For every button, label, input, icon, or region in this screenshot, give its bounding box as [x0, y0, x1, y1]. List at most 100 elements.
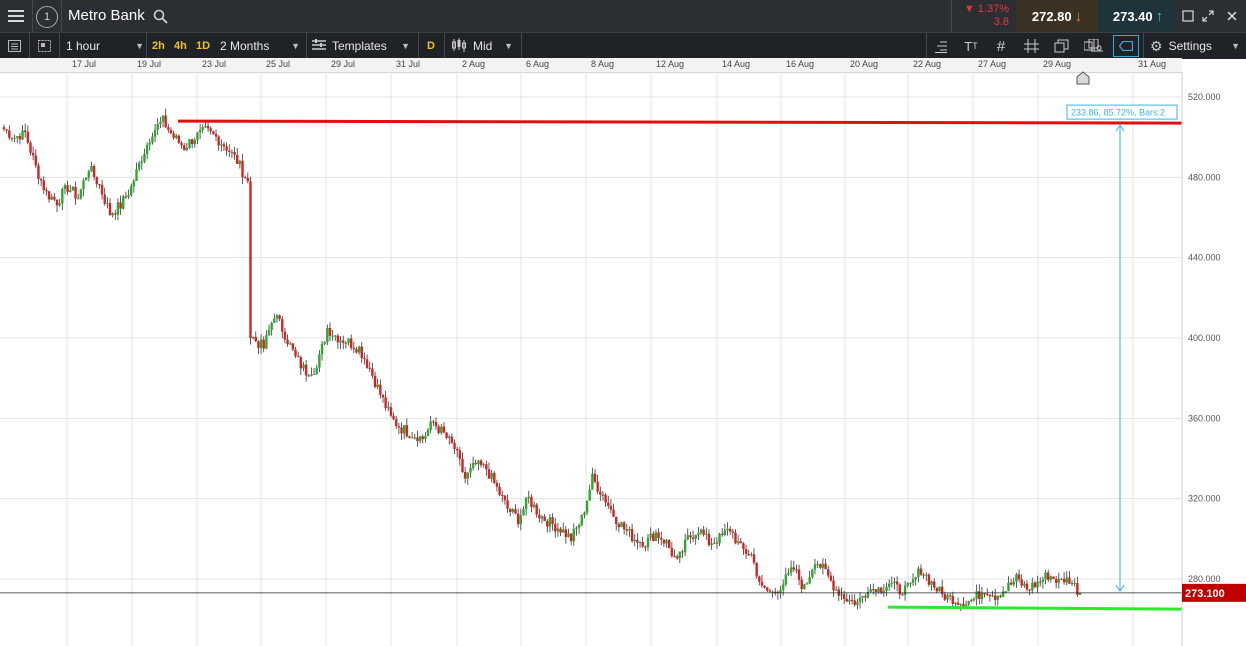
candle-body	[986, 594, 989, 596]
candle-body	[183, 145, 186, 151]
candle-body	[1062, 578, 1066, 583]
sell-price-box[interactable]: 272.80 ↓	[1016, 0, 1098, 32]
candle-body	[649, 533, 652, 538]
window-restore-icon[interactable]	[1178, 6, 1198, 26]
candle-body	[381, 394, 385, 398]
candle-body	[760, 581, 764, 586]
candle-body	[34, 155, 38, 166]
templates-label: Templates	[332, 39, 387, 53]
candle-body	[490, 472, 493, 479]
range-label: 2 Months	[220, 39, 270, 53]
candle-body	[376, 384, 379, 388]
price-tool-icon[interactable]	[1086, 36, 1108, 56]
candle-body	[418, 436, 422, 442]
candle-body	[925, 574, 928, 576]
candle-body	[66, 185, 69, 192]
candle-body	[225, 146, 228, 151]
close-icon[interactable]	[1222, 6, 1242, 26]
candle-body	[111, 213, 114, 216]
candle-body	[906, 583, 909, 586]
sell-price: 272.80	[1031, 8, 1072, 24]
text-tool-icon[interactable]: TT	[960, 36, 982, 56]
tag-tool-icon[interactable]	[1113, 35, 1139, 57]
candle-body	[935, 587, 939, 592]
candle-body	[458, 450, 462, 459]
candle-body	[291, 343, 295, 350]
expand-icon[interactable]	[1198, 6, 1218, 26]
grid-icon[interactable]: #	[990, 36, 1012, 56]
candle-body	[416, 437, 419, 442]
candle-body	[8, 130, 11, 138]
candle-body	[50, 196, 53, 200]
candle-body	[787, 572, 790, 575]
candle-body	[951, 595, 954, 604]
templates-icon	[312, 38, 326, 54]
candle-body	[220, 144, 223, 146]
candle-body	[978, 591, 981, 600]
candle-body	[371, 368, 374, 376]
change-absolute: 3.8	[993, 16, 1009, 28]
candle-body	[641, 541, 644, 547]
interval-2h-button[interactable]: 2h	[152, 36, 165, 56]
candle-body	[336, 335, 340, 343]
candle-body	[909, 582, 912, 584]
price-type-dropdown[interactable]: Mid ▼	[451, 36, 513, 56]
interval-1d-button[interactable]: 1D	[196, 36, 210, 56]
settings-label: Settings	[1168, 39, 1212, 53]
candle-body	[122, 196, 125, 209]
candle-body	[580, 514, 583, 526]
candle-body	[673, 556, 676, 558]
candle-body	[895, 581, 899, 585]
candle-body	[209, 128, 212, 132]
candle-body	[707, 533, 711, 546]
candle-body	[832, 580, 835, 591]
candle-body	[705, 533, 708, 535]
settings-dropdown[interactable]: ⚙ Settings ▼	[1150, 36, 1240, 56]
candle-body	[495, 482, 499, 487]
candle-body	[1049, 576, 1053, 580]
list-icon[interactable]	[4, 36, 24, 56]
date-tick-label: 6 Aug	[526, 59, 550, 69]
layout-icon[interactable]	[34, 36, 54, 56]
candle-body	[363, 358, 366, 360]
candle-body	[190, 139, 194, 145]
candle-body	[357, 346, 361, 353]
candle-body	[506, 500, 509, 509]
indicators-icon[interactable]	[930, 36, 952, 56]
crosshair-tool-icon[interactable]	[1020, 36, 1042, 56]
buy-price-box[interactable]: 273.40 ↑	[1099, 0, 1177, 32]
price-chart[interactable]: 233.86, 85.72%, Bars:2 520.000 480.000 440…	[0, 72, 1246, 646]
candle-body	[975, 591, 978, 599]
candle-body	[620, 522, 623, 528]
candle-body	[429, 421, 432, 430]
candle-body	[132, 181, 136, 187]
candle-body	[800, 579, 803, 590]
candle-body	[747, 553, 750, 556]
candle-body	[310, 374, 313, 376]
candle-body	[400, 427, 403, 434]
candle-body	[750, 554, 753, 556]
candle-body	[318, 354, 321, 368]
search-icon[interactable]	[151, 7, 169, 25]
range-dropdown[interactable]: 2 Months ▼	[220, 36, 300, 56]
instrument-name[interactable]: Metro Bank	[68, 7, 145, 24]
down-triangle-icon: ▼	[963, 3, 978, 15]
candle-body	[448, 436, 451, 438]
candle-body	[927, 574, 931, 585]
interval-dropdown[interactable]: 1 hour ▼	[66, 36, 144, 56]
annotations: 233.86, 85.72%, Bars:2	[0, 104, 1183, 611]
candle-body	[861, 596, 864, 598]
price-type-label: Mid	[473, 39, 493, 53]
templates-dropdown[interactable]: Templates ▼	[312, 36, 410, 56]
candle-body	[275, 315, 279, 319]
candle-body	[652, 533, 655, 541]
info-badge-icon[interactable]: 1	[36, 6, 58, 28]
hamburger-menu-icon[interactable]	[4, 4, 28, 28]
daily-badge-button[interactable]: D	[427, 36, 435, 56]
candle-body	[522, 509, 525, 516]
candle-body	[901, 594, 904, 596]
copy-icon[interactable]	[1050, 36, 1072, 56]
candle-body	[551, 517, 554, 525]
candle-body	[485, 464, 488, 470]
interval-4h-button[interactable]: 4h	[174, 36, 187, 56]
